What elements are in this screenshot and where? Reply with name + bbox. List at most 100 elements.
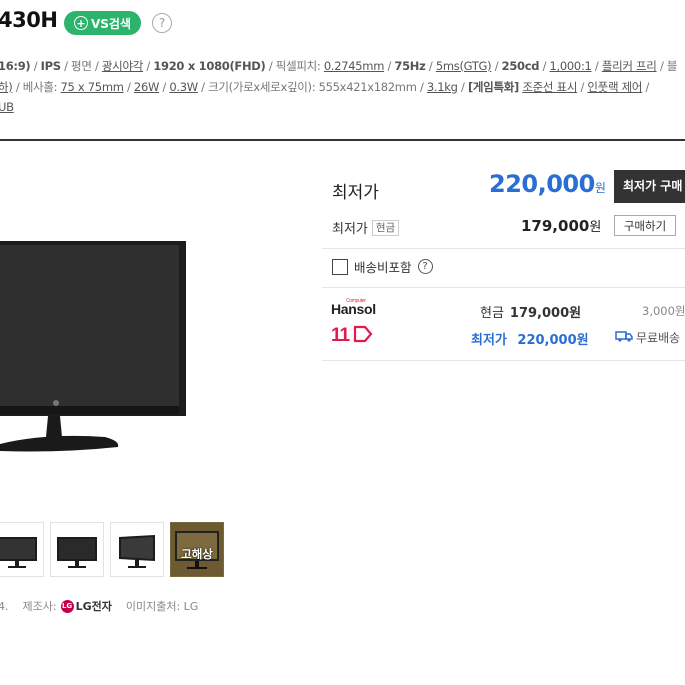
eleven-street-arrow-icon [354,325,373,343]
monitor-thumb-icon [0,537,37,568]
spec-segment: 75Hz [394,59,426,73]
hansol-logo-small: Computer [346,298,366,304]
image-source: 이미지출처: LG [125,600,199,613]
spec-segment: [게임특화] [467,80,519,94]
shipping-info: 무료배송 [615,329,680,346]
hansol-logo[interactable]: Hansol Computer [331,298,376,317]
divider [322,287,685,288]
maker-info: 4. 제조사: LG LG전자 이미지출처: LG [0,598,198,614]
spec-segment[interactable]: 26W [134,80,159,94]
spec-segment: / 블 [656,59,678,73]
vs-search-button[interactable]: + VS검색 [64,11,141,35]
spec-segment: / 베사홀: [12,80,61,94]
shop-row[interactable]: 11 최저가 220,000원 무료배송 [322,324,685,350]
maker-name[interactable]: LG전자 [76,598,112,614]
spec-segment: / 픽셀피치: [265,59,324,73]
shipping-included-checkbox[interactable] [332,258,348,275]
spec-segment[interactable]: 인풋랙 제어 [587,80,642,94]
spec-segment: / 크기(가로x세로x깊이): 555x421x182mm / [197,80,427,94]
spec-segment: / [30,59,41,73]
product-title: 430H [0,8,58,32]
lowest-price: 220,000원 [489,170,606,198]
truck-icon [615,330,633,345]
help-icon[interactable]: ? [152,13,172,33]
eleven-street-logo[interactable]: 11 [331,325,373,347]
spec-segment[interactable]: 광시야각 [102,59,143,73]
won-unit: 원 [594,181,606,195]
spec-segment: 1920 x 1080(FHD) [153,59,266,73]
monitor-screen [0,245,179,406]
monitor-thumb-icon [119,535,155,568]
shop-price[interactable]: 최저가 220,000원 [471,329,589,348]
spec-segment: / [425,59,436,73]
shop-row[interactable]: Hansol Computer 현금 179,000원 3,000원 [322,297,685,323]
shop-price-label: 현금 [480,306,504,321]
monitor-thumb-icon [57,537,97,568]
shipping-included-row: 배송비포함 ? [332,257,433,276]
spec-segment[interactable]: 0.3W [169,80,198,94]
product-image[interactable] [0,241,190,456]
shop-price-label: 최저가 [471,333,507,348]
thumbnail-high-res[interactable]: 고해상 [170,522,224,577]
cash-price-label: 최저가 [332,222,368,237]
high-res-label: 고해상 [181,547,213,561]
thumbnail[interactable] [0,522,44,577]
spec-segment: / [577,80,588,94]
spec-segment: / [123,80,134,94]
lg-logo-icon: LG [60,599,74,613]
spec-line-2: 하) / 베사홀: 75 x 75mm / 26W / 0.3W / 크기(가로… [0,79,649,95]
plus-icon: + [73,16,88,30]
shipping-fee: 3,000원 [642,304,685,318]
spec-segment: / [457,80,468,94]
monitor-stand [0,435,119,452]
thumbnail[interactable] [110,522,164,577]
cash-price: 179,000원 [521,216,601,235]
spec-line-1: 16:9) / IPS / 평면 / 광시야각 / 1920 x 1080(FH… [0,58,677,74]
shop-price[interactable]: 현금 179,000원 [480,302,581,321]
spec-segment: / [143,59,154,73]
cash-tag: 현금 [371,219,400,236]
spec-segment[interactable]: 조준선 표시 [522,80,577,94]
spec-segment: / [591,59,602,73]
thumbnail[interactable] [50,522,104,577]
lowest-price-value: 220,000 [489,170,595,198]
lowest-buy-button[interactable]: 최저가 구매 [614,170,685,203]
monitor-neck [46,416,62,437]
spec-segment[interactable]: 75 x 75mm [61,80,124,94]
spec-segment[interactable]: 5ms(GTG) [436,59,492,73]
spec-segment: / [384,59,395,73]
buy-button[interactable]: 구매하기 [614,215,676,236]
spec-segment[interactable]: 1,000:1 [550,59,592,73]
spec-segment[interactable]: UB [0,100,14,114]
thumbnail-strip: 고해상 [0,522,224,577]
won-unit: 원 [589,220,602,235]
monitor-chin [0,406,179,414]
spec-segment[interactable]: 0.2745mm [324,59,385,73]
spec-segment[interactable]: 3.1kg [427,80,458,94]
spec-segment: / 평면 / [60,59,102,73]
spec-segment: / [642,80,650,94]
shop-price-value: 179,000원 [509,306,582,321]
spec-segment: / [491,59,502,73]
lowest-price-label: 최저가 [332,183,379,203]
help-icon[interactable]: ? [417,259,433,274]
spec-segment: 16:9) [0,59,31,73]
header-divider [0,139,685,141]
cash-price-value: 179,000 [521,217,590,235]
cash-price-label-group: 최저가 현금 [332,218,400,237]
maker-label: 제조사: [22,600,57,613]
spec-line-3: UB [0,100,14,114]
shipping-included-label[interactable]: 배송비포함 [354,257,412,276]
spec-segment[interactable]: 플리커 프리 [602,59,657,73]
divider [322,360,685,361]
date-fragment: 4. [0,599,9,613]
divider [322,248,685,249]
free-shipping-label: 무료배송 [636,331,681,345]
eleven-street-logo-text: 11 [331,325,350,346]
spec-segment[interactable]: 하) [0,80,13,94]
lg-badge-icon [53,400,59,406]
spec-segment: / [159,80,170,94]
vs-search-label: VS검색 [90,16,131,31]
spec-segment: IPS [40,59,61,73]
spec-segment: 250cd [501,59,540,73]
